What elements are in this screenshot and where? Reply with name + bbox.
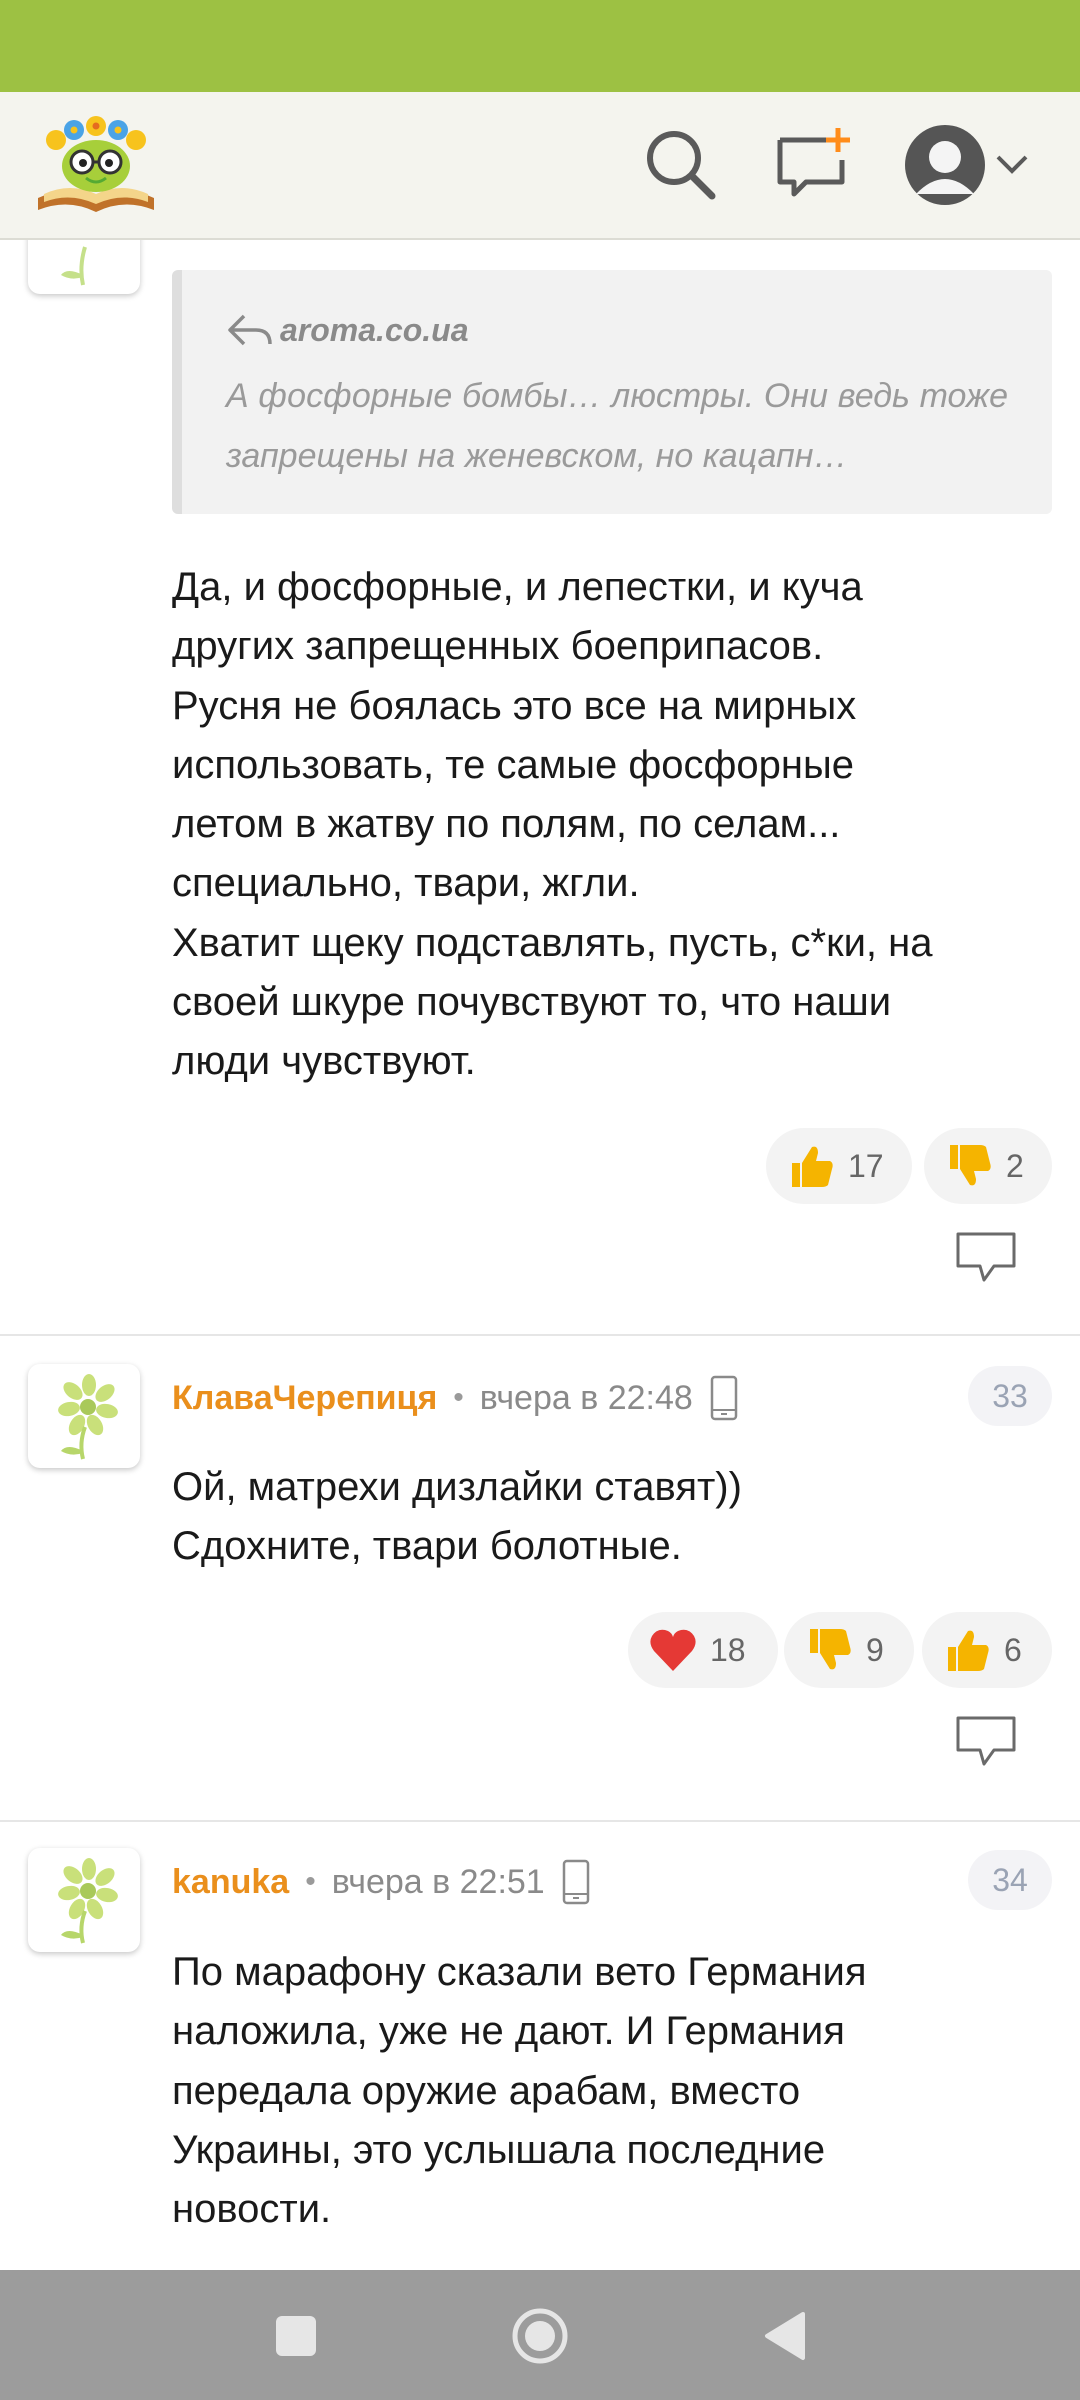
separator-dot: • bbox=[305, 1865, 316, 1898]
comment-line: Русня не боялась это все на мирных bbox=[172, 683, 857, 728]
quote-text: А фосфорные бомбы… люстры. Они ведь тоже… bbox=[226, 377, 1008, 475]
flower-avatar-icon bbox=[58, 1858, 118, 1944]
comment-line: Ой, матрехи дизлайки ставят)) bbox=[172, 1465, 742, 1509]
comment-line: люди чувствуют. bbox=[172, 1039, 476, 1084]
thumbs-up-icon bbox=[948, 1630, 989, 1671]
triangle-back-icon bbox=[765, 2312, 805, 2360]
comment-divider bbox=[0, 1334, 1080, 1336]
reaction-count: 6 bbox=[1004, 1631, 1022, 1668]
comment-line: новости. bbox=[172, 2187, 332, 2232]
search-icon[interactable] bbox=[638, 122, 722, 206]
mobile-phone-icon bbox=[562, 1859, 589, 1905]
comment-line: других запрещенных боеприпасов. bbox=[172, 624, 824, 669]
comment-divider bbox=[0, 1820, 1080, 1822]
reaction-count: 9 bbox=[866, 1631, 884, 1668]
comment-number[interactable]: 33 bbox=[968, 1366, 1052, 1426]
comment-line: По марафону сказали вето Германия bbox=[172, 1950, 867, 1994]
speech-bubble-icon bbox=[956, 1716, 1016, 1766]
dislike-reaction[interactable]: 2 bbox=[924, 1128, 1052, 1204]
thumbs-down-icon bbox=[810, 1629, 851, 1670]
site-logo[interactable] bbox=[34, 106, 158, 216]
comment-line: использовать, те самые фосфорные bbox=[172, 742, 854, 787]
reply-button[interactable] bbox=[954, 1228, 1018, 1288]
comment-author[interactable]: КлаваЧерепиця bbox=[172, 1379, 437, 1418]
comment-meta: kanuka • вчера в 22:51 bbox=[172, 1854, 591, 1910]
heart-reaction[interactable]: 18 bbox=[628, 1612, 778, 1688]
comment-body: По марафону сказали вето Германия наложи… bbox=[172, 1943, 1042, 2239]
quote-source-label: aroma.co.ua bbox=[280, 311, 469, 348]
comment-time: вчера в 22:51 bbox=[331, 1862, 545, 1901]
user-avatar-icon[interactable] bbox=[900, 120, 990, 210]
comment-number[interactable]: 34 bbox=[968, 1850, 1052, 1910]
comment-line: специально, твари, жгли. bbox=[172, 861, 640, 906]
comment-meta: КлаваЧерепиця • вчера в 22:48 bbox=[172, 1370, 739, 1426]
thumbs-up-icon bbox=[792, 1146, 833, 1187]
comment-time: вчера в 22:48 bbox=[479, 1378, 693, 1417]
flower-avatar-icon bbox=[61, 246, 87, 286]
reply-button[interactable] bbox=[954, 1712, 1018, 1772]
quoted-comment[interactable]: aroma.co.ua А фосфорные бомбы… люстры. О… bbox=[172, 270, 1052, 514]
reply-arrow-icon bbox=[228, 314, 272, 346]
mobile-phone-icon bbox=[710, 1375, 738, 1421]
comments-list: aroma.co.ua А фосфорные бомбы… люстры. О… bbox=[0, 240, 1080, 2270]
comment-avatar[interactable] bbox=[28, 1364, 140, 1468]
like-reaction[interactable]: 17 bbox=[766, 1128, 912, 1204]
comment-author[interactable]: kanuka bbox=[172, 1863, 289, 1902]
comment-line: наложила, уже не дают. И Германия bbox=[172, 2009, 845, 2054]
circle-home-icon bbox=[512, 2308, 568, 2364]
comment-line: своей шкуре почувствуют то, что наши bbox=[172, 980, 892, 1025]
reaction-count: 2 bbox=[1006, 1147, 1024, 1184]
status-bar bbox=[0, 0, 1080, 92]
app-header bbox=[0, 92, 1080, 240]
thumbs-down-icon bbox=[950, 1145, 991, 1186]
reaction-count: 17 bbox=[848, 1147, 884, 1184]
comment-line: Сдохните, твари болотные. bbox=[172, 1524, 682, 1569]
message-plus-icon[interactable] bbox=[770, 122, 854, 206]
system-nav-bar bbox=[0, 2270, 1080, 2400]
comment-body: Да, и фосфорные, и лепестки, и куча друг… bbox=[172, 558, 1042, 1092]
square-icon bbox=[276, 2316, 316, 2356]
comment-body: Ой, матрехи дизлайки ставят)) Сдохните, … bbox=[172, 1458, 1042, 1577]
flower-avatar-icon bbox=[58, 1374, 118, 1460]
quote-source[interactable]: aroma.co.ua bbox=[226, 308, 1008, 352]
recents-button[interactable] bbox=[260, 2300, 332, 2372]
home-button[interactable] bbox=[504, 2300, 576, 2372]
chevron-down-icon[interactable] bbox=[990, 122, 1034, 206]
separator-dot: • bbox=[453, 1381, 464, 1414]
flower-crowned-book-logo bbox=[38, 116, 154, 212]
comment-avatar[interactable] bbox=[28, 1848, 140, 1952]
comment-line: Хватит щеку подставлять, пусть, с*ки, на bbox=[172, 920, 933, 965]
speech-bubble-icon bbox=[956, 1232, 1016, 1282]
comment-line: летом в жатву по полям, по селам... bbox=[172, 802, 841, 847]
comment-line: Украины, это услышала последние bbox=[172, 2127, 826, 2172]
back-button[interactable] bbox=[748, 2300, 820, 2372]
comment-line: передала оружие арабам, вместо bbox=[172, 2068, 801, 2113]
like-reaction[interactable]: 6 bbox=[922, 1612, 1052, 1688]
comment-line: Да, и фосфорные, и лепестки, и куча bbox=[172, 565, 863, 609]
comment-avatar[interactable] bbox=[28, 240, 140, 294]
reaction-count: 18 bbox=[710, 1631, 746, 1668]
heart-icon bbox=[650, 1629, 696, 1671]
dislike-reaction[interactable]: 9 bbox=[784, 1612, 914, 1688]
